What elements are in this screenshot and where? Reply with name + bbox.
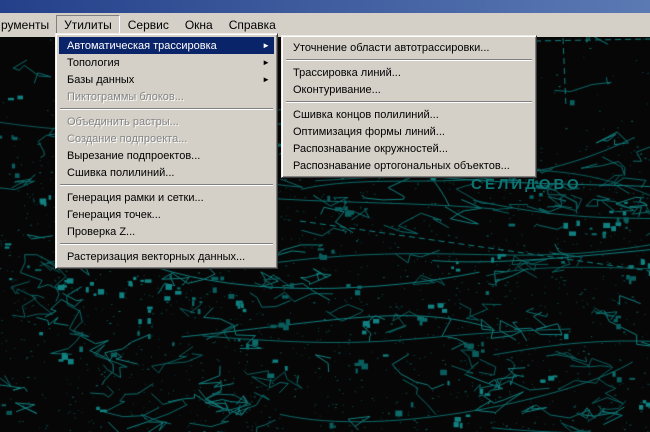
menu-item[interactable]: Сшивка концов полилиний... (285, 106, 533, 123)
menu-item[interactable]: Генерация точек... (59, 206, 274, 223)
menu-separator (60, 108, 273, 110)
menu-separator (286, 101, 532, 103)
menubar-item-windows[interactable]: Окна (177, 15, 221, 35)
menu-item-label: Создание подпроекта... (67, 132, 188, 145)
menubar-item-help[interactable]: Справка (221, 15, 284, 35)
menu-item-label: Базы данных (67, 73, 135, 86)
menu-item-label: Генерация рамки и сетки... (67, 191, 204, 204)
menu-item[interactable]: Топология ► (59, 54, 274, 71)
menu-separator (286, 59, 532, 61)
menu-item-label: Генерация точек... (67, 208, 161, 221)
menu-item[interactable]: Оптимизация формы линий... (285, 123, 533, 140)
submenu-arrow-icon: ► (262, 75, 270, 84)
menu-item: Объединить растры... (59, 113, 274, 130)
menu-item[interactable]: Трассировка линий... (285, 64, 533, 81)
menu-separator (60, 184, 273, 186)
menu-separator (60, 243, 273, 245)
menu-item-label: Пиктограммы блоков... (67, 90, 184, 103)
menu-item-label: Автоматическая трассировка (67, 39, 217, 52)
submenu-arrow-icon: ► (262, 58, 270, 67)
menu-item[interactable]: Базы данных ► (59, 71, 274, 88)
utilities-dropdown-menu: Автоматическая трассировка ► Топология ► Баз… (55, 33, 278, 269)
window-title-bar (0, 0, 650, 13)
menu-item-label: Оконтуривание... (293, 83, 381, 96)
menubar-item-utilities[interactable]: Утилиты (56, 15, 120, 35)
menu-item[interactable]: Растеризация векторных данных... (59, 248, 274, 265)
menu-item-label: Трассировка линий... (293, 66, 401, 79)
menu-item[interactable]: Сшивка полилиний... (59, 164, 274, 181)
menu-item-label: Вырезание подпроектов... (67, 149, 201, 162)
submenu-arrow-icon: ► (262, 41, 270, 50)
menu-item[interactable]: Распознавание окружностей... (285, 140, 533, 157)
menu-item[interactable]: Автоматическая трассировка ► (59, 37, 274, 54)
menu-item[interactable]: Вырезание подпроектов... (59, 147, 274, 164)
menu-item-label: Сшивка концов полилиний... (293, 108, 439, 121)
menu-item-label: Оптимизация формы линий... (293, 125, 445, 138)
menu-item-label: Растеризация векторных данных... (67, 250, 246, 263)
menu-item-label: Распознавание ортогональных объектов... (293, 159, 510, 172)
menu-item[interactable]: Распознавание ортогональных объектов... (285, 157, 533, 174)
menu-item: Создание подпроекта... (59, 130, 274, 147)
menu-item-label: Распознавание окружностей... (293, 142, 448, 155)
menubar-item-instruments-truncated[interactable]: рументы (0, 15, 56, 35)
autotrace-submenu: Уточнение области автотрассировки... Трас… (281, 35, 537, 178)
menu-item[interactable]: Проверка Z... (59, 223, 274, 240)
menu-item-label: Проверка Z... (67, 225, 136, 238)
menu-item: Пиктограммы блоков... (59, 88, 274, 105)
menubar-item-service[interactable]: Сервис (120, 15, 177, 35)
menu-item-label: Уточнение области автотрассировки... (293, 41, 490, 54)
menu-item-label: Сшивка полилиний... (67, 166, 175, 179)
menu-item[interactable]: Генерация рамки и сетки... (59, 189, 274, 206)
menu-item-label: Объединить растры... (67, 115, 179, 128)
menu-item[interactable]: Уточнение области автотрассировки... (285, 39, 533, 56)
menu-item[interactable]: Оконтуривание... (285, 81, 533, 98)
map-town-label: СЕЛИДОВО (471, 176, 582, 193)
menu-item-label: Топология (67, 56, 120, 69)
